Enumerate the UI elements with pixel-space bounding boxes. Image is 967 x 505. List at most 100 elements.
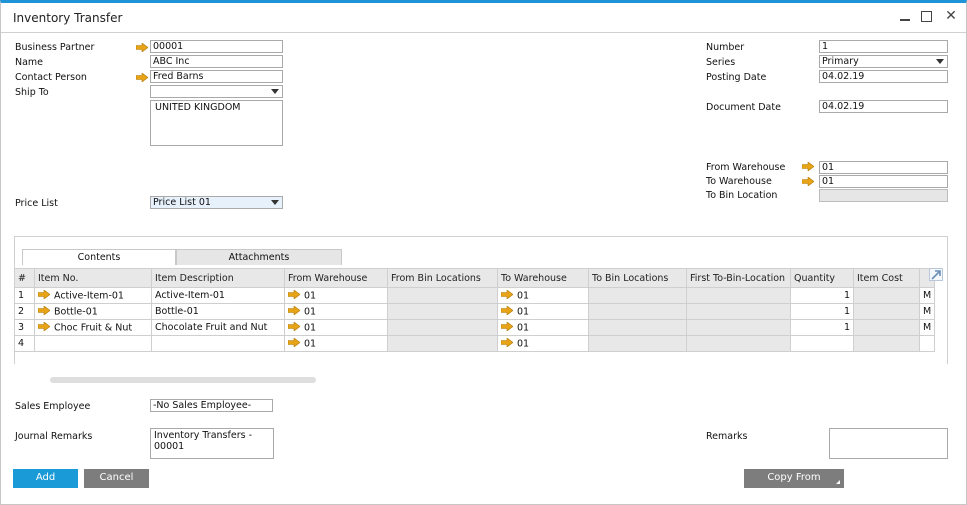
quantity-cell[interactable]: 1 (790, 319, 854, 336)
item-description-cell[interactable]: Bottle-01 (151, 303, 285, 320)
business-partner-field[interactable]: 00001 (150, 40, 283, 53)
table-row[interactable]: 2 Bottle-01 Bottle-01 01 01 1 M (14, 303, 936, 320)
sales-employee-dropdown[interactable]: -No Sales Employee- (150, 399, 273, 412)
from-warehouse-cell[interactable]: 01 (284, 335, 388, 352)
link-arrow-icon[interactable] (500, 320, 514, 334)
cancel-button[interactable]: Cancel (84, 469, 149, 488)
link-arrow-icon[interactable] (802, 162, 814, 171)
from-warehouse-cell[interactable]: 01 (284, 287, 388, 304)
link-arrow-icon[interactable] (37, 288, 51, 302)
row-number-cell[interactable]: 4 (14, 335, 35, 352)
from-warehouse-cell[interactable]: 01 (284, 303, 388, 320)
contents-grid: # Item No. Item Description From Warehou… (14, 268, 936, 352)
column-header[interactable]: First To-Bin-Location (686, 268, 791, 288)
to-bin-locations-cell (588, 287, 687, 304)
link-arrow-icon[interactable] (500, 336, 514, 350)
grid-header-row: # Item No. Item Description From Warehou… (14, 268, 936, 288)
column-header[interactable]: To Bin Locations (588, 268, 687, 288)
number-field[interactable]: 1 (819, 40, 948, 53)
table-row[interactable]: 4 01 01 (14, 335, 936, 352)
to-warehouse-cell[interactable]: 01 (497, 319, 589, 336)
item-no-cell[interactable] (34, 335, 152, 352)
close-button[interactable]: ✕ (944, 9, 958, 23)
to-warehouse-label: To Warehouse (706, 176, 772, 187)
quantity-cell[interactable]: 1 (790, 303, 854, 320)
item-no-cell[interactable]: Bottle-01 (34, 303, 152, 320)
minimize-button[interactable] (898, 9, 912, 23)
item-no-cell-text: Active-Item-01 (54, 290, 124, 301)
number-label: Number (706, 42, 745, 53)
to-bin-location-label: To Bin Location (706, 190, 778, 201)
link-arrow-icon[interactable] (287, 304, 301, 318)
chevron-down-icon (936, 59, 944, 64)
column-header[interactable]: # (14, 268, 35, 288)
quantity-cell-text: 1 (843, 290, 850, 301)
column-header[interactable]: From Bin Locations (387, 268, 498, 288)
window-title: Inventory Transfer (13, 11, 123, 25)
from-warehouse-field[interactable]: 01 (819, 161, 948, 174)
column-header[interactable]: To Warehouse (497, 268, 589, 288)
item-description-cell[interactable]: Active-Item-01 (151, 287, 285, 304)
link-arrow-icon[interactable] (287, 320, 301, 334)
table-row[interactable]: 3 Choc Fruit & Nut Chocolate Fruit and Nut… (14, 319, 936, 336)
chevron-down-icon (271, 89, 279, 94)
to-warehouse-cell[interactable]: 01 (497, 287, 589, 304)
tab-contents[interactable]: Contents (22, 249, 176, 265)
item-no-cell[interactable]: Choc Fruit & Nut (34, 319, 152, 336)
remarks-field[interactable] (829, 428, 948, 459)
item-cost-cell (853, 319, 920, 336)
tab-attachments[interactable]: Attachments (176, 249, 342, 265)
link-arrow-icon[interactable] (802, 177, 814, 186)
chevron-down-icon (271, 200, 279, 205)
column-header[interactable]: From Warehouse (284, 268, 388, 288)
link-arrow-icon[interactable] (287, 336, 301, 350)
from-warehouse-label: From Warehouse (706, 162, 786, 173)
document-date-field[interactable]: 04.02.19 (819, 100, 948, 113)
copy-from-button[interactable]: Copy From (744, 469, 844, 488)
add-button[interactable]: Add (13, 469, 78, 488)
column-header[interactable]: Item Cost (853, 268, 920, 288)
to-warehouse-cell-text: 01 (517, 322, 530, 333)
link-arrow-icon[interactable] (500, 288, 514, 302)
item-description-cell[interactable]: Chocolate Fruit and Nut (151, 319, 285, 336)
from-warehouse-cell[interactable]: 01 (284, 319, 388, 336)
item-description-cell-text: Bottle-01 (155, 306, 199, 317)
link-arrow-icon[interactable] (37, 304, 51, 318)
name-field[interactable]: ABC Inc (150, 55, 283, 68)
expand-grid-button[interactable] (929, 268, 943, 281)
to-warehouse-cell-text: 01 (517, 338, 530, 349)
item-description-cell[interactable] (151, 335, 285, 352)
column-header[interactable]: Item Description (151, 268, 285, 288)
ship-to-address[interactable]: UNITED KINGDOM (150, 100, 283, 146)
link-arrow-icon[interactable] (136, 43, 148, 52)
journal-remarks-label: Journal Remarks (15, 431, 93, 442)
first-to-bin-location-cell (686, 335, 791, 352)
document-date-label: Document Date (706, 102, 781, 113)
quantity-cell[interactable] (790, 335, 854, 352)
link-arrow-icon[interactable] (287, 288, 301, 302)
table-row[interactable]: 1 Active-Item-01 Active-Item-01 01 01 1 M (14, 287, 936, 304)
row-number-cell[interactable]: 2 (14, 303, 35, 320)
link-arrow-icon[interactable] (37, 320, 51, 334)
column-header[interactable]: Quantity (790, 268, 854, 288)
item-no-cell[interactable]: Active-Item-01 (34, 287, 152, 304)
row-number-cell[interactable]: 1 (14, 287, 35, 304)
ship-to-dropdown[interactable] (150, 85, 283, 98)
journal-remarks-field[interactable]: Inventory Transfers - 00001 (150, 428, 274, 459)
horizontal-scrollbar[interactable] (50, 377, 316, 383)
price-list-dropdown[interactable]: Price List 01 (150, 196, 283, 209)
contact-person-field[interactable]: Fred Barns (150, 70, 283, 83)
to-warehouse-cell[interactable]: 01 (497, 303, 589, 320)
link-arrow-icon[interactable] (136, 73, 148, 82)
to-warehouse-field[interactable]: 01 (819, 175, 948, 188)
posting-date-field[interactable]: 04.02.19 (819, 70, 948, 83)
column-header[interactable]: Item No. (34, 268, 152, 288)
to-warehouse-cell[interactable]: 01 (497, 335, 589, 352)
extra-cell: M (918, 303, 936, 320)
row-number-cell[interactable]: 3 (14, 319, 35, 336)
from-bin-locations-cell (387, 303, 498, 320)
maximize-button[interactable] (921, 11, 932, 22)
series-dropdown[interactable]: Primary (819, 55, 948, 68)
link-arrow-icon[interactable] (500, 304, 514, 318)
quantity-cell[interactable]: 1 (790, 287, 854, 304)
